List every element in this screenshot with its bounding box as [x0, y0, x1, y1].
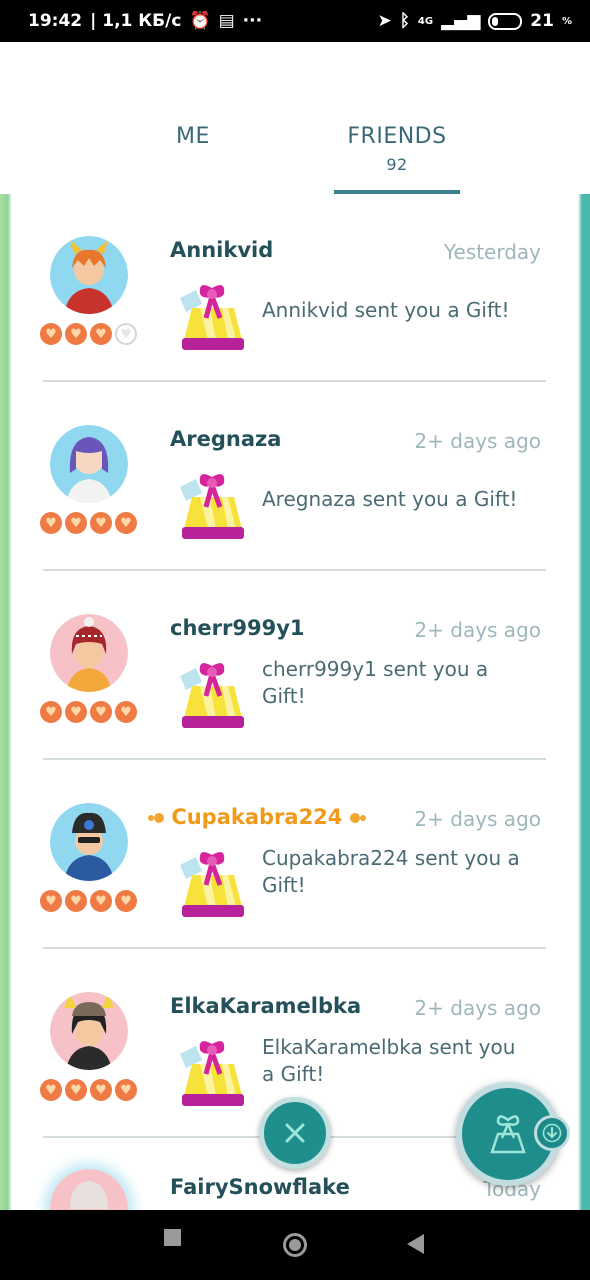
- friend-name[interactable]: Annikvid: [170, 238, 273, 262]
- battery-icon: [488, 12, 523, 30]
- heart-icon: ♥: [115, 1079, 137, 1101]
- gift-message: Annikvid sent you a Gift!: [262, 298, 510, 322]
- heart-icon: ♥: [90, 890, 112, 912]
- divider: [43, 758, 546, 760]
- avatar: [50, 614, 128, 692]
- back-icon[interactable]: [407, 1234, 424, 1254]
- avatar: [50, 236, 128, 314]
- heart-icon: ♥: [40, 890, 62, 912]
- sparkle-icon: [154, 813, 164, 823]
- gift-time: 2+ days ago: [414, 618, 541, 642]
- download-badge[interactable]: [534, 1115, 570, 1151]
- heart-icon: ♥: [115, 512, 137, 534]
- bluetooth-icon: ᛒ: [399, 11, 410, 31]
- download-arrow-icon: [542, 1123, 562, 1143]
- heart-icon: ♥: [90, 512, 112, 534]
- gift-message: Cupakabra224 sent you a Gift!: [262, 846, 520, 897]
- recents-icon[interactable]: [164, 1229, 181, 1246]
- friend-item[interactable]: ♥ ♥ ♥ ♥ Annikvid Yesterday Annikvid sent…: [12, 194, 578, 383]
- friendship-hearts: ♥ ♥ ♥ ♥: [40, 1079, 137, 1101]
- friendship-hearts: ♥ ♥ ♥ ♥: [40, 512, 137, 534]
- heart-icon: ♥: [40, 512, 62, 534]
- friend-name[interactable]: ElkaKaramelbka: [170, 994, 361, 1018]
- heart-icon: ♥: [90, 701, 112, 723]
- tab-me-label: ME: [176, 124, 210, 149]
- alarm-icon: ⏰: [189, 11, 211, 31]
- gift-time: 2+ days ago: [414, 996, 541, 1020]
- friendship-hearts: ♥ ♥ ♥ ♥: [40, 323, 137, 345]
- heart-empty-icon: ♥: [115, 323, 137, 345]
- gift-icon: [180, 663, 244, 728]
- friendship-hearts: ♥ ♥ ♥ ♥: [40, 701, 137, 723]
- gift-icon: [180, 852, 244, 917]
- tab-me[interactable]: ME: [150, 124, 236, 149]
- friend-name[interactable]: Aregnaza: [170, 427, 281, 451]
- gift-bow-icon: [490, 1115, 526, 1154]
- signal-icon: ▂▄▆: [441, 11, 481, 31]
- avatar: [50, 1169, 128, 1210]
- friendship-hearts: ♥ ♥ ♥ ♥: [40, 890, 137, 912]
- divider: [43, 380, 546, 382]
- heart-icon: ♥: [90, 323, 112, 345]
- heart-icon: ♥: [40, 701, 62, 723]
- friends-count: 92: [386, 155, 408, 174]
- tabs-header: ME FRIENDS 92: [0, 42, 590, 194]
- heart-icon: ♥: [65, 890, 87, 912]
- heart-icon: ♥: [65, 512, 87, 534]
- battery-level: 21: [530, 11, 554, 31]
- gift-time: 2+ days ago: [414, 807, 541, 831]
- tab-friends-label: FRIENDS: [347, 124, 447, 149]
- friend-item[interactable]: ♥ ♥ ♥ ♥ cherr999y1 2+ days ago cherr999y…: [12, 572, 578, 761]
- heart-icon: ♥: [115, 701, 137, 723]
- heart-icon: ♥: [40, 323, 62, 345]
- gift-time: Yesterday: [443, 240, 541, 264]
- home-icon[interactable]: [283, 1233, 307, 1257]
- divider: [43, 947, 546, 949]
- friend-item[interactable]: ♥ ♥ ♥ ♥ Aregnaza 2+ days ago Aregnaza se…: [12, 383, 578, 572]
- heart-icon: ♥: [115, 890, 137, 912]
- gift-icon: [180, 1041, 244, 1106]
- heart-icon: ♥: [90, 1079, 112, 1101]
- divider: [43, 569, 546, 571]
- friend-name[interactable]: FairySnowflake: [170, 1175, 350, 1199]
- notification-icon: ▤: [218, 11, 235, 31]
- avatar: [50, 803, 128, 881]
- location-icon: ➤: [377, 11, 392, 31]
- percent-sign: %: [561, 15, 572, 27]
- avatar: [50, 425, 128, 503]
- gift-icon: [180, 285, 244, 350]
- heart-icon: ♥: [65, 1079, 87, 1101]
- close-button[interactable]: [259, 1097, 331, 1169]
- friend-name: Cupakabra224: [171, 805, 343, 829]
- friend-name-best[interactable]: Cupakabra224: [148, 805, 366, 829]
- heart-icon: ♥: [40, 1079, 62, 1101]
- sparkle-icon: [359, 815, 366, 821]
- gift-message: ElkaKaramelbka sent you a Gift!: [262, 1035, 516, 1086]
- avatar: [50, 992, 128, 1070]
- sparkle-icon: [349, 813, 360, 823]
- network-label: 4G: [417, 15, 434, 27]
- status-bar: 19:42 | 1,1 КБ/с ⏰ ▤ ··· ➤ ᛒ 4G ▂▄▆ 21 %: [0, 0, 590, 42]
- friends-list[interactable]: ♥ ♥ ♥ ♥ Annikvid Yesterday Annikvid sent…: [12, 194, 578, 1210]
- status-time: 19:42: [28, 11, 83, 31]
- friend-item[interactable]: ♥ ♥ ♥ ♥ Cupakabra224 2+ days ago Cupakab…: [12, 761, 578, 950]
- gift-message: cherr999y1 sent you a Gift!: [262, 657, 489, 708]
- heart-icon: ♥: [65, 701, 87, 723]
- friend-name[interactable]: cherr999y1: [170, 616, 305, 640]
- gift-icon: [180, 474, 244, 539]
- gift-time: 2+ days ago: [414, 429, 541, 453]
- close-icon: [285, 1123, 305, 1143]
- tab-friends[interactable]: FRIENDS 92: [334, 124, 460, 174]
- status-more: ···: [242, 11, 263, 31]
- gift-message: Aregnaza sent you a Gift!: [262, 487, 518, 511]
- heart-icon: ♥: [65, 323, 87, 345]
- status-speed: | 1,1 КБ/с: [90, 11, 182, 31]
